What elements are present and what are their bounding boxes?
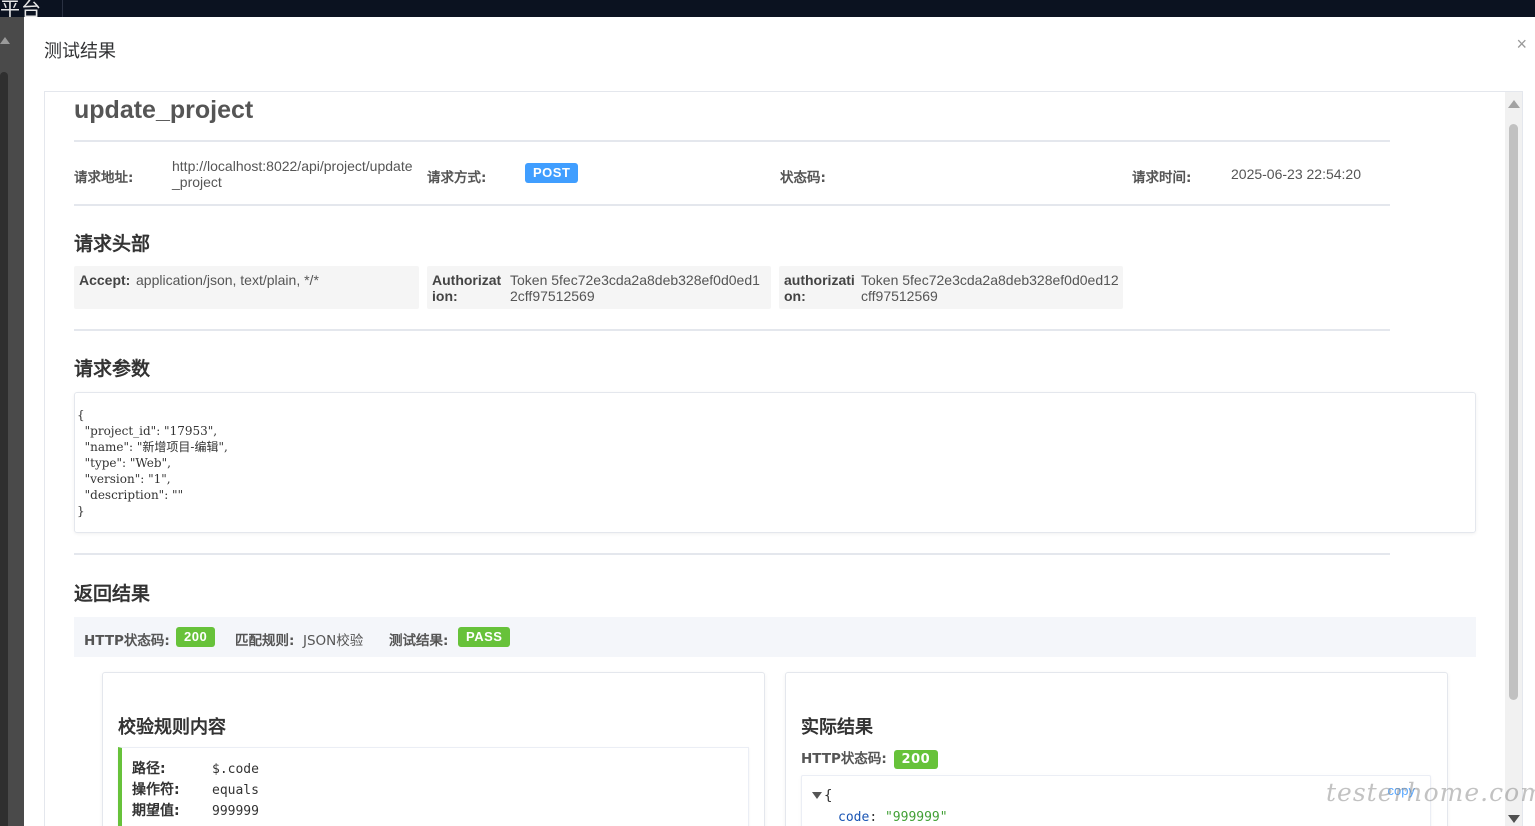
scrollbar-thumb[interactable] [1509, 124, 1518, 700]
header-item: Accept: application/json, text/plain, */… [74, 266, 419, 309]
rule-key: 期望值: [132, 803, 180, 819]
http-code-label: HTTP状态码: [84, 633, 170, 649]
topbar-divider [62, 0, 63, 17]
params-title: 请求参数 [74, 358, 151, 380]
divider [74, 553, 1390, 555]
json-value: "999999" [884, 810, 948, 825]
method-tag: POST [525, 163, 579, 183]
json-open-brace: { [824, 788, 833, 804]
actual-http-label: HTTP状态码: [801, 751, 887, 767]
actual-http-line: HTTP状态码: 200 [801, 747, 939, 769]
test-result-label: 测试结果: [389, 633, 449, 649]
scrollbar-thumb[interactable] [0, 72, 8, 826]
header-key: Authorizat ion: [432, 272, 502, 304]
rule-details: 路径: $.code 操作符: equals 期望值: 999999 [118, 747, 749, 826]
url-label: 请求地址: [74, 170, 134, 186]
http-code-tag: 200 [176, 627, 216, 647]
rule-row-operator: 操作符: equals [132, 779, 259, 799]
headers-title: 请求头部 [74, 233, 151, 255]
rule-key: 路径: [132, 761, 166, 777]
result-summary-bar: HTTP状态码: 200 匹配规则: JSON校验 测试结果: PASS [74, 617, 1476, 657]
collapse-toggle-icon[interactable] [812, 792, 822, 799]
dialog-scrollbar[interactable] [1505, 92, 1522, 826]
rule-row-path: 路径: $.code [132, 758, 259, 778]
close-icon[interactable]: × [1516, 35, 1527, 53]
scroll-up-icon[interactable] [1508, 100, 1520, 108]
watermark: testerhome.com [1326, 778, 1535, 807]
status-label: 状态码: [780, 170, 826, 186]
rule-key: 操作符: [132, 782, 180, 798]
rule-value: equals [212, 783, 259, 798]
rule-value: 999999 [212, 804, 259, 819]
request-info-row: 请求地址: http://localhost:8022/api/project/… [74, 158, 1390, 190]
time-label: 请求时间: [1132, 170, 1192, 186]
header-value: Token 5fec72e3cda2a8deb328ef0d0ed12cff97… [861, 272, 1119, 304]
validation-rule-card: 校验规则内容 路径: $.code 操作符: equals 期望值: 999999 [102, 672, 765, 826]
header-item: Authorizat ion: Token 5fec72e3cda2a8deb32… [427, 266, 771, 309]
divider [74, 329, 1390, 331]
json-line-code: code: "999999" [838, 810, 948, 825]
test-result-dialog: 测试结果 × update_project 请求地址: http://local… [24, 17, 1535, 826]
result-panel: update_project 请求地址: http://localhost:80… [44, 91, 1523, 826]
url-line-2: _project [172, 174, 222, 190]
rule-row-expected: 期望值: 999999 [132, 800, 259, 820]
time-value: 2025-06-23 22:54:20 [1231, 166, 1361, 182]
rule-card-title: 校验规则内容 [118, 717, 226, 738]
rule-value: $.code [212, 762, 259, 777]
json-key: code [838, 810, 870, 825]
match-rule-label: 匹配规则: [235, 633, 295, 649]
background-scrollbar [0, 17, 24, 826]
url-line-1: http://localhost:8022/api/project/update [172, 158, 413, 174]
scroll-down-icon[interactable] [1508, 815, 1520, 823]
dialog-title: 测试结果 [44, 41, 116, 62]
match-rule-value: JSON校验 [303, 633, 364, 649]
scroll-up-icon[interactable] [0, 37, 10, 44]
request-params-box[interactable]: { "project_id": "17953", "name": "新增项目-编… [74, 392, 1476, 533]
header-key: authorizati on: [784, 272, 855, 304]
header-item: authorizati on: Token 5fec72e3cda2a8deb32… [779, 266, 1123, 309]
json-separator: : [869, 810, 878, 825]
header-key: Accept: [79, 272, 131, 288]
actual-http-tag: 200 [893, 750, 939, 769]
api-name: update_project [74, 96, 254, 124]
header-value: Token 5fec72e3cda2a8deb328ef0d0ed12cff97… [510, 272, 760, 304]
method-label: 请求方式: [427, 170, 487, 186]
pass-badge: PASS [458, 627, 511, 647]
header-value: application/json, text/plain, */* [136, 272, 319, 288]
divider [74, 204, 1390, 206]
divider [74, 140, 1390, 142]
app-topbar: 平台 [0, 0, 1535, 21]
request-params-json: { "project_id": "17953", "name": "新增项目-编… [77, 408, 228, 518]
actual-card-title: 实际结果 [801, 717, 873, 738]
url-value: http://localhost:8022/api/project/update… [172, 158, 413, 190]
result-title: 返回结果 [74, 583, 151, 605]
